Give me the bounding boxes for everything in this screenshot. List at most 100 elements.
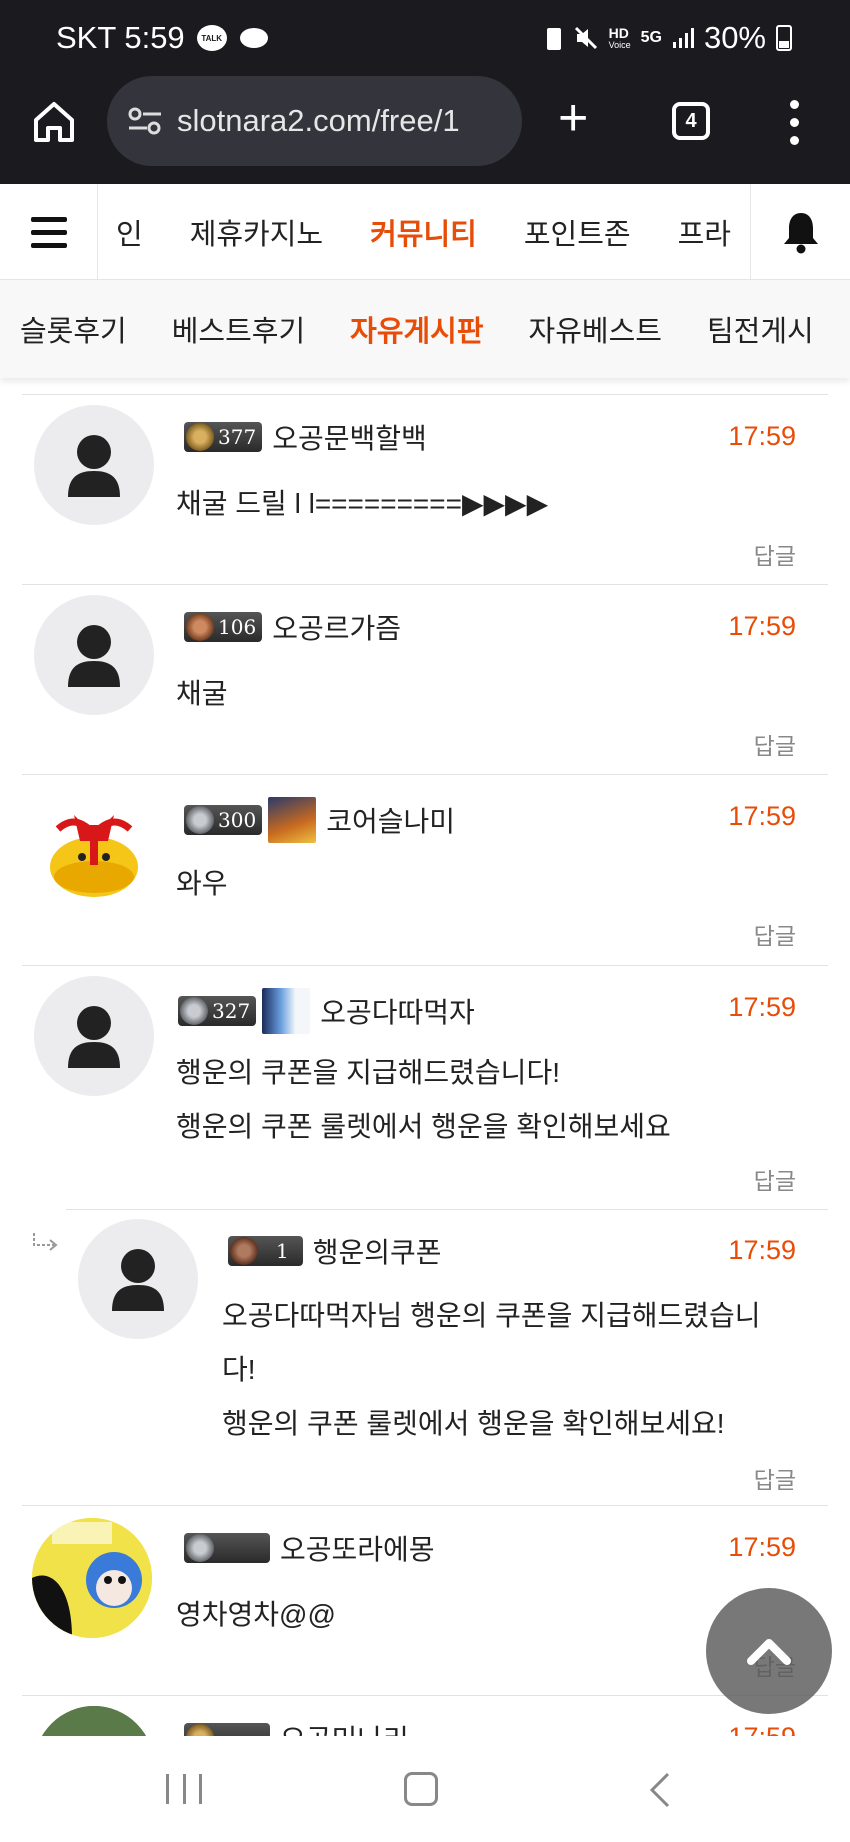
comment-text: 행운의 쿠폰을 지급해드렸습니다! [176,1057,560,1088]
battery-saver-icon [546,28,561,50]
url-text[interactable]: slotnara2.com/free/1 [177,103,460,139]
chevron-up-icon [747,1639,791,1665]
status-bar: SKT 5:59 TALK HD Voice 5G 30% [0,0,850,76]
main-menu-item-active[interactable]: 커뮤니티 [370,211,477,253]
main-menu-item[interactable]: 인 [116,211,143,253]
nickname[interactable]: 코어슬나미 [326,800,455,840]
level-badge [184,1723,270,1736]
signal-icon [672,28,694,48]
main-menu-item[interactable]: 포인트존 [524,211,631,253]
comment-time: 17:59 [728,801,796,831]
cartoon-avatar-icon [32,1518,152,1638]
avatar[interactable] [34,1706,154,1736]
comment-time: 17:59 [728,611,796,641]
kakaotalk-icon: TALK [196,25,227,51]
back-icon[interactable] [646,1770,674,1810]
comment-time: 17:59 [728,1532,796,1562]
comment-reply-item: 1 행운의쿠폰 17:59 오공다따먹자님 행운의 쿠폰을 지급해드렸습니 다!… [22,1209,828,1505]
url-bar-row: slotnara2.com/free/1 + 4 [0,76,850,180]
avatar[interactable] [78,1219,198,1339]
notification-button[interactable] [750,184,850,280]
nickname[interactable]: 행운의쿠폰 [313,1231,442,1271]
scroll-top-button[interactable] [706,1588,832,1714]
status-time: SKT 5:59 [56,20,185,55]
comment-text: 채굴 드릴 l l=========▶▶▶▶ [176,488,549,519]
comment-list: 377 오공문백할백 17:59 채굴 드릴 l l=========▶▶▶▶ … [22,394,828,1736]
reply-button[interactable]: 답글 [754,1162,796,1196]
nickname[interactable]: 오공문백할백 [272,417,427,457]
tune-icon[interactable] [127,106,163,136]
duck-gift-avatar-icon [50,815,138,897]
reply-button[interactable]: 답글 [754,1461,796,1495]
sub-nav-item-active[interactable]: 자유게시판 [350,308,483,350]
sub-nav-item[interactable]: 자유베스트 [529,308,662,350]
tab-switcher-button[interactable]: 4 [672,102,710,140]
browser-chrome: SKT 5:59 TALK HD Voice 5G 30% slotnara2.c… [0,0,850,184]
comment-text: 와우 [176,868,228,899]
level-badge [184,1533,270,1563]
home-nav-icon[interactable] [404,1772,438,1806]
site-main-nav: 인 제휴카지노 커뮤니티 포인트존 프라 [0,184,850,280]
photo-avatar-icon [34,1706,154,1736]
more-vert-icon[interactable] [790,100,802,145]
main-menu-item[interactable]: 제휴카지노 [190,211,323,253]
level-badge: 327 [178,996,257,1026]
main-menu: 인 제휴카지노 커뮤니티 포인트존 프라 [98,184,751,280]
comment-text: 영차영차@@ [176,1599,336,1630]
comment-item: 300 코어슬나미 17:59 와우 답글 [22,774,828,965]
main-menu-item[interactable]: 프라 [678,211,731,253]
sub-nav-item[interactable]: 팀전게시 [707,308,814,350]
battery-percent: 30% [703,20,766,55]
comment-item: 327 오공다따먹자 17:59 행운의 쿠폰을 지급해드렸습니다! 행운의 쿠… [22,965,828,1209]
sub-nav: 슬롯후기 베스트후기 자유게시판 자유베스트 팀전게시 [0,280,850,378]
level-badge: 300 [184,805,263,835]
hamburger-icon[interactable] [0,184,98,280]
person-icon [112,1249,164,1311]
person-icon [68,435,120,497]
level-badge: 1 [228,1236,303,1266]
comment-text: 다! [222,1354,256,1385]
nickname[interactable]: 오공또라에몽 [280,1528,435,1568]
hd-voice-icon: HD Voice [608,25,631,50]
mute-icon [574,26,597,50]
character-badge [268,797,317,843]
person-icon [68,625,120,687]
comment-time: 17:59 [728,1235,796,1265]
avatar[interactable] [34,976,154,1096]
battery-icon [776,25,792,51]
comment-text: 오공다따먹자님 행운의 쿠폰을 지급해드렸습니 [222,1300,761,1331]
nickname[interactable]: 오공다따먹자 [320,991,475,1031]
comment-text: 행운의 쿠폰 룰렛에서 행운을 확인해보세요 [176,1111,671,1142]
reply-arrow-icon [33,1233,58,1251]
level-badge: 377 [184,422,263,452]
comment-item: 오공미나리 17:59 [22,1695,828,1736]
level-badge: 106 [184,612,263,642]
bell-icon [783,213,818,254]
reply-button[interactable]: 답글 [754,917,796,951]
comment-text: 행운의 쿠폰 룰렛에서 행운을 확인해보세요! [222,1408,725,1439]
avatar[interactable] [34,595,154,715]
comment-time: 17:59 [728,421,796,451]
reply-button[interactable]: 답글 [754,727,796,761]
comment-item: 106 오공르가즘 17:59 채굴 답글 [22,584,828,774]
home-icon[interactable] [30,98,78,146]
system-nav-bar [0,1736,850,1842]
reply-button[interactable]: 답글 [754,537,796,571]
cloud-icon [239,28,268,48]
avatar[interactable] [32,1518,152,1638]
avatar[interactable] [34,785,154,905]
sub-nav-item[interactable]: 베스트후기 [172,308,305,350]
nickname[interactable]: 오공미나리 [280,1718,409,1736]
comment-item: 377 오공문백할백 17:59 채굴 드릴 l l=========▶▶▶▶ … [22,394,828,584]
sub-nav-item[interactable]: 슬롯후기 [20,308,127,350]
address-bar[interactable]: slotnara2.com/free/1 [107,76,522,166]
nickname[interactable]: 오공르가즘 [272,607,401,647]
comment-text: 채굴 [176,678,228,709]
person-icon [68,1006,120,1068]
network-5g-icon: 5G [640,29,662,46]
comment-time: 17:59 [728,1722,796,1736]
avatar[interactable] [34,405,154,525]
comment-time: 17:59 [728,992,796,1022]
recent-apps-icon[interactable] [166,1774,202,1804]
new-tab-button[interactable]: + [558,92,588,144]
